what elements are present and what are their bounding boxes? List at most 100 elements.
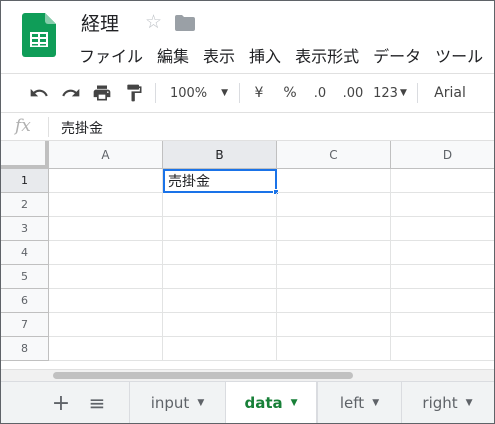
cell-d8[interactable]	[391, 337, 494, 361]
row-header-2[interactable]: 2	[1, 193, 49, 217]
increase-decimal-label: .00	[342, 85, 364, 101]
menu-data[interactable]: データ	[373, 43, 428, 67]
paint-format-icon[interactable]	[122, 74, 146, 112]
sheet-tabs-bar: + ≡ input ▼ data ▼ left ▼ right ▼	[1, 381, 494, 423]
cell-c7[interactable]	[277, 313, 391, 337]
cell-c3[interactable]	[277, 217, 391, 241]
sheets-logo-icon[interactable]	[22, 13, 56, 57]
column-header-a[interactable]: A	[49, 141, 163, 169]
row-header-6[interactable]: 6	[1, 289, 49, 313]
sheet-tab-label: data	[244, 394, 283, 412]
cell-b2[interactable]	[163, 193, 277, 217]
menu-format[interactable]: 表示形式	[295, 43, 366, 67]
cell-a2[interactable]	[49, 193, 163, 217]
all-sheets-button[interactable]: ≡	[85, 382, 109, 423]
cell-b1[interactable]: 売掛金	[163, 169, 277, 193]
cell-c2[interactable]	[277, 193, 391, 217]
cell-a8[interactable]	[49, 337, 163, 361]
sheet-tab-data[interactable]: data ▼	[225, 382, 317, 423]
menu-bar: ファイル 編集 表示 挿入 表示形式 データ ツール	[79, 43, 494, 67]
currency-button[interactable]: ¥	[249, 74, 269, 112]
cell-a3[interactable]	[49, 217, 163, 241]
sheet-tab-label: left	[339, 394, 365, 412]
add-sheet-button[interactable]: +	[49, 382, 73, 423]
cell-b3[interactable]	[163, 217, 277, 241]
cell-d3[interactable]	[391, 217, 494, 241]
fx-icon: fx	[15, 116, 31, 136]
chevron-down-icon: ▼	[221, 88, 229, 98]
menu-edit[interactable]: 編集	[157, 43, 196, 67]
cell-d5[interactable]	[391, 265, 494, 289]
cell-a4[interactable]	[49, 241, 163, 265]
cell-b7[interactable]	[163, 313, 277, 337]
cell-c4[interactable]	[277, 241, 391, 265]
chevron-down-icon[interactable]: ▼	[372, 398, 379, 408]
cell-c6[interactable]	[277, 289, 391, 313]
chevron-down-icon[interactable]: ▼	[197, 398, 204, 408]
folder-icon[interactable]	[175, 15, 195, 31]
horizontal-scrollbar[interactable]	[1, 369, 494, 381]
decrease-decimal-label: .0	[313, 85, 327, 101]
column-header-b[interactable]: B	[163, 141, 277, 169]
menu-insert[interactable]: 挿入	[249, 43, 288, 67]
cell-c5[interactable]	[277, 265, 391, 289]
document-title[interactable]: 経理	[81, 9, 119, 36]
decrease-decimal-button[interactable]: .0	[306, 74, 334, 112]
chevron-down-icon[interactable]: ▼	[466, 398, 473, 408]
formula-bar: fx 売掛金	[1, 113, 494, 141]
row-header-1[interactable]: 1	[1, 169, 49, 193]
star-icon[interactable]: ☆	[145, 11, 162, 33]
select-all-corner[interactable]	[1, 141, 49, 169]
cell-b8[interactable]	[163, 337, 277, 361]
number-format-select[interactable]: 123 ▼	[371, 74, 409, 112]
column-header-c[interactable]: C	[277, 141, 391, 169]
cell-a5[interactable]	[49, 265, 163, 289]
cell-c1[interactable]	[277, 169, 391, 193]
cell-d4[interactable]	[391, 241, 494, 265]
chevron-down-icon[interactable]: ▼	[291, 398, 298, 408]
menu-file[interactable]: ファイル	[79, 43, 150, 67]
cell-a7[interactable]	[49, 313, 163, 337]
cell-b5[interactable]	[163, 265, 277, 289]
increase-decimal-button[interactable]: .00	[339, 74, 367, 112]
scrollbar-thumb[interactable]	[53, 372, 353, 379]
percent-button[interactable]: %	[280, 74, 300, 112]
print-icon[interactable]	[90, 74, 114, 112]
number-format-label: 123	[373, 85, 398, 101]
sheet-tab-right[interactable]: right ▼	[401, 382, 493, 423]
chevron-down-icon: ▼	[399, 88, 407, 98]
cell-b4[interactable]	[163, 241, 277, 265]
toolbar-divider	[155, 83, 156, 103]
zoom-value: 100%	[169, 85, 208, 101]
zoom-select[interactable]: 100% ▼	[163, 74, 235, 112]
menu-view[interactable]: 表示	[203, 43, 242, 67]
toolbar-divider	[239, 83, 240, 103]
sheet-tab-input[interactable]: input ▼	[129, 382, 225, 423]
row-header-4[interactable]: 4	[1, 241, 49, 265]
formula-input[interactable]: 売掛金	[61, 118, 103, 138]
sheet-tab-label: input	[150, 394, 190, 412]
row-header-7[interactable]: 7	[1, 313, 49, 337]
font-select[interactable]: Arial	[429, 74, 471, 112]
cell-a1[interactable]	[49, 169, 163, 193]
row-header-5[interactable]: 5	[1, 265, 49, 289]
row-header-3[interactable]: 3	[1, 217, 49, 241]
menu-tools[interactable]: ツール	[435, 43, 490, 67]
cell-d2[interactable]	[391, 193, 494, 217]
sheet-tab-left[interactable]: left ▼	[317, 382, 401, 423]
formula-divider	[48, 117, 49, 137]
cell-b6[interactable]	[163, 289, 277, 313]
column-header-d[interactable]: D	[391, 141, 494, 169]
cell-d6[interactable]	[391, 289, 494, 313]
toolbar-divider	[417, 83, 418, 103]
cell-c8[interactable]	[277, 337, 391, 361]
undo-icon[interactable]	[27, 74, 51, 112]
app-window: 経理 ☆ ファイル 編集 表示 挿入 表示形式 データ ツール 100% ▼ ¥	[0, 0, 495, 424]
cell-a6[interactable]	[49, 289, 163, 313]
row-header-8[interactable]: 8	[1, 337, 49, 361]
cell-d7[interactable]	[391, 313, 494, 337]
cell-d1[interactable]	[391, 169, 494, 193]
toolbar: 100% ▼ ¥ % .0 .00 123 ▼ Arial	[1, 73, 494, 113]
sheet-tab-label: right	[422, 394, 458, 412]
redo-icon[interactable]	[59, 74, 83, 112]
